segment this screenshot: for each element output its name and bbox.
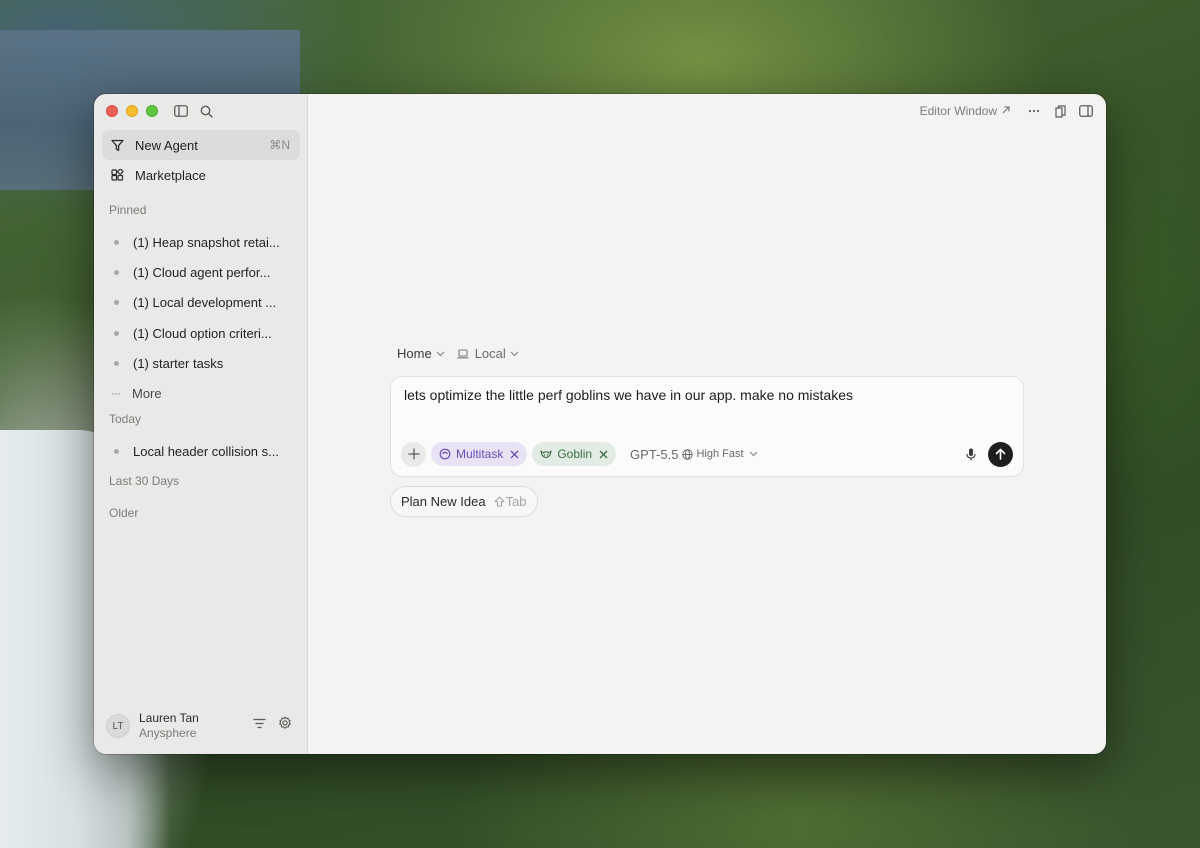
- more-threads-button[interactable]: ··· More: [102, 379, 300, 407]
- settings-gear-icon[interactable]: [277, 715, 293, 731]
- pinned-thread-item[interactable]: (1) Cloud agent perfor...: [102, 258, 300, 286]
- goblin-icon: [540, 449, 552, 460]
- arrow-up-icon: [995, 448, 1006, 460]
- remove-multitask-icon[interactable]: [510, 450, 519, 459]
- older-section-label[interactable]: Older: [109, 506, 138, 520]
- plus-icon: [408, 448, 419, 460]
- prompt-composer[interactable]: lets optimize the little perf goblins we…: [390, 376, 1024, 477]
- microphone-icon[interactable]: [963, 446, 979, 462]
- avatar[interactable]: LT: [106, 714, 130, 738]
- zoom-window-button[interactable]: [146, 105, 158, 117]
- toggle-sidebar-icon[interactable]: [173, 103, 189, 119]
- pinned-thread-item[interactable]: (1) Cloud option criteri...: [102, 319, 300, 347]
- user-profile[interactable]: LT Lauren Tan Anysphere: [106, 710, 296, 742]
- pinned-thread-item[interactable]: (1) Heap snapshot retai...: [102, 228, 300, 256]
- environment-label: Local: [474, 346, 506, 361]
- editor-window-button[interactable]: Editor Window: [920, 104, 1011, 118]
- add-context-button[interactable]: [401, 441, 426, 467]
- marketplace-button[interactable]: Marketplace: [102, 160, 300, 190]
- plan-new-idea-label: Plan New Idea: [401, 494, 486, 509]
- thread-title: (1) Cloud option criteri...: [133, 325, 272, 341]
- user-org: Anysphere: [139, 726, 197, 740]
- home-label: Home: [397, 346, 432, 361]
- pinned-section-label: Pinned: [109, 203, 147, 217]
- send-button[interactable]: [988, 441, 1013, 467]
- today-section-label: Today: [109, 412, 142, 426]
- today-thread-item[interactable]: Local header collision s...: [102, 437, 300, 465]
- thread-dot: [114, 360, 119, 366]
- thread-title: Local header collision s...: [133, 443, 279, 459]
- goblin-label: Goblin: [557, 447, 593, 461]
- breadcrumb: Home Local: [397, 346, 519, 361]
- more-options-icon[interactable]: [1026, 103, 1042, 119]
- new-agent-shortcut: ⌘N: [269, 138, 290, 152]
- laptop-icon: [457, 348, 469, 358]
- effort-label: High Fast: [696, 448, 744, 460]
- composer-toolbar: Multitask Goblin GPT-5.5 High Fast: [401, 441, 1013, 467]
- main-panel: Editor Window Home Local lets optimize t…: [308, 94, 1106, 754]
- multitask-icon: [439, 448, 451, 460]
- plan-new-idea-button[interactable]: Plan New Idea Tab: [390, 486, 538, 517]
- new-agent-button[interactable]: New Agent ⌘N: [102, 130, 300, 160]
- window-controls: [106, 105, 158, 117]
- plan-shortcut-hint: Tab: [494, 494, 527, 509]
- thread-dot: [114, 299, 119, 305]
- thread-dot: [114, 330, 119, 336]
- pinned-thread-item[interactable]: (1) starter tasks: [102, 349, 300, 377]
- plan-hint-text: Tab: [505, 494, 527, 509]
- pinned-thread-item[interactable]: (1) Local development ...: [102, 288, 300, 316]
- arrow-up-right-icon: [1001, 104, 1011, 118]
- environment-dropdown[interactable]: Local: [457, 346, 519, 361]
- thread-title: (1) Heap snapshot retai...: [133, 234, 280, 250]
- search-icon[interactable]: [198, 103, 214, 119]
- minimize-window-button[interactable]: [126, 105, 138, 117]
- chevron-down-icon: [436, 351, 445, 356]
- filter-icon[interactable]: [251, 715, 267, 731]
- last-30-days-section-label[interactable]: Last 30 Days: [109, 474, 179, 488]
- user-name: Lauren Tan: [139, 711, 199, 725]
- shift-icon: [494, 496, 505, 507]
- goblin-chip[interactable]: Goblin: [532, 442, 617, 466]
- thread-dot: [114, 448, 119, 454]
- globe-icon: [682, 448, 694, 460]
- editor-window-label: Editor Window: [919, 104, 997, 118]
- remove-goblin-icon[interactable]: [599, 450, 608, 459]
- new-agent-label: New Agent: [135, 137, 198, 153]
- app-window: New Agent ⌘N Marketplace Pinned (1) Heap…: [94, 94, 1106, 754]
- thread-title: (1) starter tasks: [133, 355, 224, 371]
- more-label: More: [132, 385, 162, 401]
- apps-grid-icon: [109, 167, 125, 183]
- multitask-chip[interactable]: Multitask: [431, 442, 528, 466]
- thread-title: (1) Cloud agent perfor...: [133, 264, 271, 280]
- thread-dot: [114, 269, 119, 275]
- toggle-right-panel-icon[interactable]: [1078, 103, 1094, 119]
- home-dropdown[interactable]: Home: [397, 346, 445, 361]
- thread-title: (1) Local development ...: [133, 294, 277, 310]
- thread-dot: [114, 239, 119, 245]
- multitask-label: Multitask: [456, 447, 504, 461]
- prompt-input[interactable]: lets optimize the little perf goblins we…: [404, 387, 853, 403]
- close-window-button[interactable]: [106, 105, 118, 117]
- ellipsis-icon: ···: [111, 386, 121, 400]
- marketplace-label: Marketplace: [135, 167, 206, 183]
- sidebar: New Agent ⌘N Marketplace Pinned (1) Heap…: [94, 94, 308, 754]
- copy-document-icon[interactable]: [1052, 103, 1068, 119]
- model-label: GPT-5.5: [630, 446, 679, 462]
- funnel-icon: [109, 137, 125, 153]
- model-selector[interactable]: GPT-5.5 High Fast: [630, 447, 758, 462]
- chevron-down-icon: [510, 351, 519, 356]
- chevron-down-icon: [749, 451, 757, 457]
